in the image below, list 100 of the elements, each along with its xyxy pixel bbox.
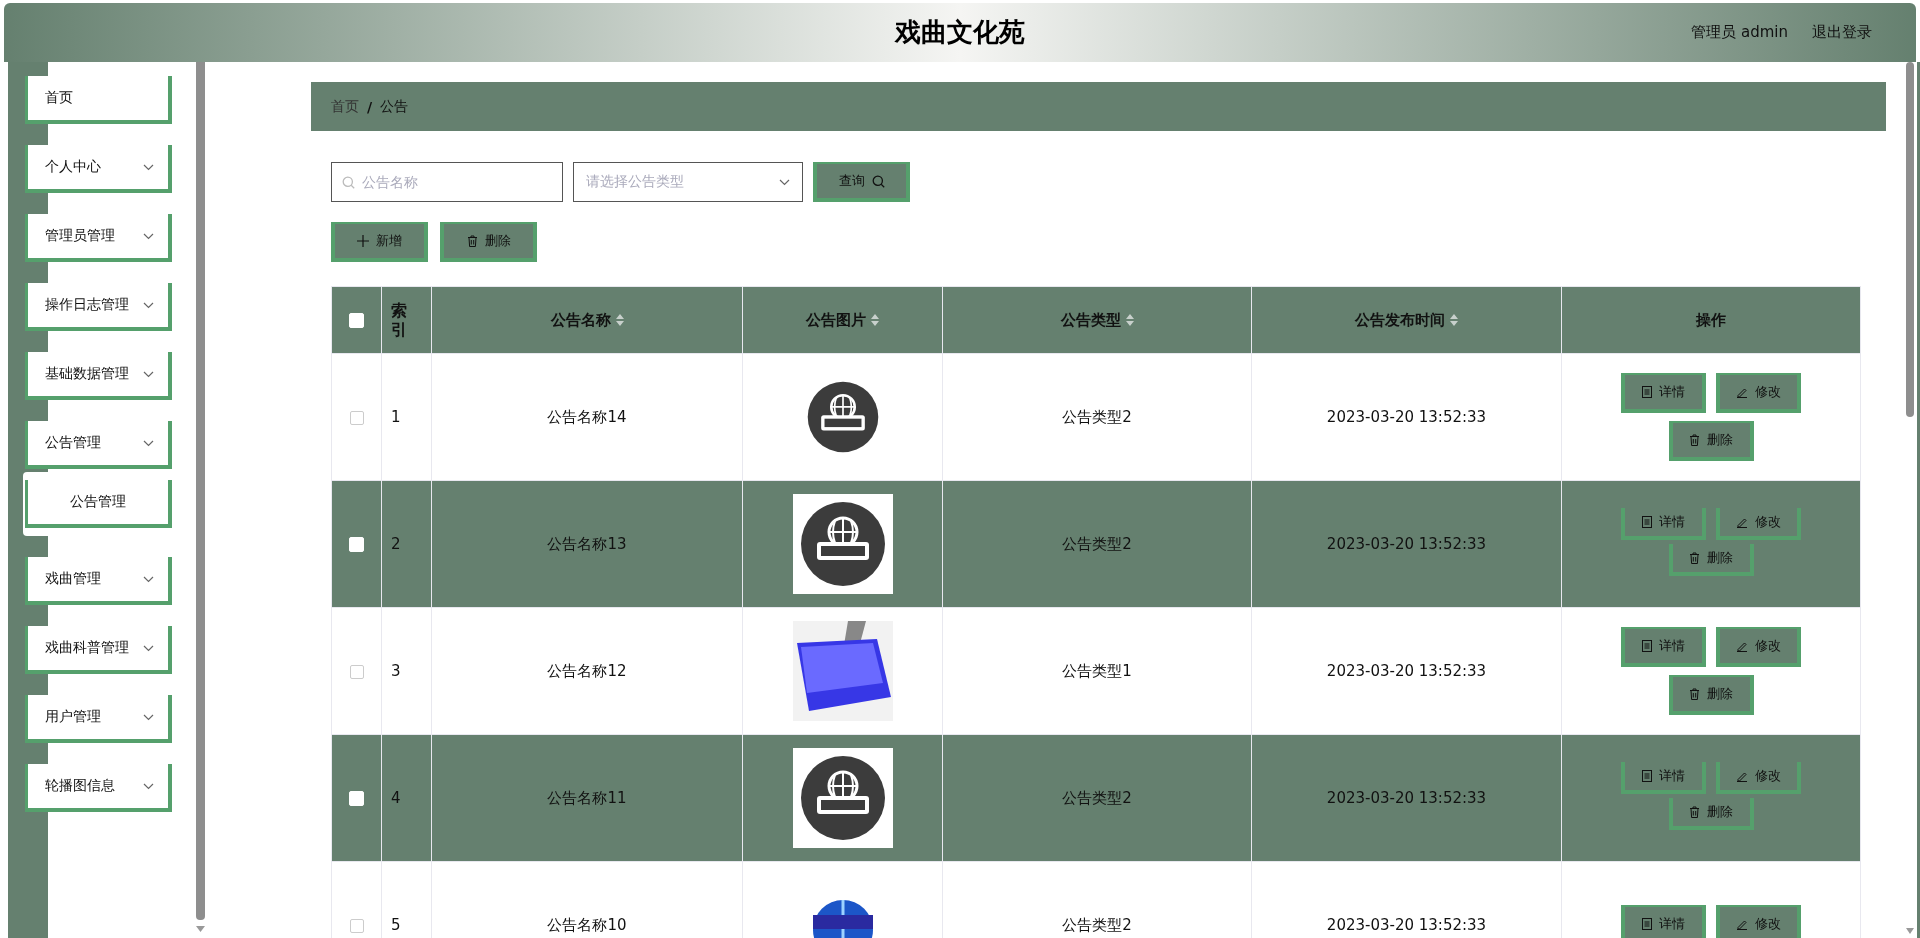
- notice-name: 公告名称14: [547, 407, 627, 426]
- breadcrumb-current: 公告: [380, 97, 409, 116]
- notice-type: 公告类型2: [1062, 788, 1132, 807]
- column-header: 操作: [1696, 310, 1726, 329]
- notice-name: 公告名称13: [547, 534, 627, 553]
- publish-time: 2023-03-20 13:52:33: [1326, 916, 1487, 934]
- scrollbar[interactable]: [196, 62, 205, 920]
- publish-time: 2023-03-20 13:52:33: [1326, 408, 1487, 426]
- notice-name: 公告名称10: [547, 915, 627, 934]
- document-icon: [1642, 640, 1652, 652]
- chevron-down-icon: [143, 163, 154, 171]
- document-icon: [1642, 770, 1652, 782]
- notice-type: 公告类型2: [1062, 407, 1132, 426]
- sort-icon[interactable]: [1450, 314, 1458, 326]
- sidebar-menu-item[interactable]: 操作日志管理: [25, 283, 172, 331]
- detail-button[interactable]: 详情: [1621, 508, 1706, 540]
- row-index: 4: [391, 789, 401, 807]
- logout-link[interactable]: 退出登录: [1812, 23, 1872, 42]
- search-icon: [871, 174, 885, 188]
- chevron-down-icon: [143, 713, 154, 721]
- sort-icon[interactable]: [615, 314, 624, 326]
- delete-button[interactable]: 删除: [1668, 675, 1754, 715]
- delete-button[interactable]: 删除: [1668, 798, 1754, 830]
- edit-button[interactable]: 修改: [1716, 373, 1801, 413]
- detail-button[interactable]: 详情: [1621, 762, 1706, 794]
- scrollbar[interactable]: [1906, 62, 1914, 417]
- publish-time: 2023-03-20 13:52:33: [1326, 789, 1487, 807]
- detail-button[interactable]: 详情: [1621, 905, 1706, 938]
- row-checkbox[interactable]: [349, 410, 364, 425]
- sort-icon[interactable]: [1125, 314, 1134, 326]
- select-all-checkbox[interactable]: [349, 313, 364, 328]
- breadcrumb-separator: /: [367, 98, 373, 115]
- chevron-down-icon: [143, 370, 154, 378]
- detail-button[interactable]: 详情: [1621, 373, 1706, 413]
- sidebar-submenu-item[interactable]: 公告管理: [25, 480, 172, 528]
- sidebar-menu-item[interactable]: 基础数据管理: [25, 352, 172, 400]
- pencil-icon: [1736, 516, 1748, 528]
- query-button[interactable]: 查询: [813, 162, 910, 202]
- column-header[interactable]: 公告发布时间: [1355, 310, 1445, 329]
- plus-icon: [357, 235, 369, 247]
- pencil-icon: [1736, 770, 1748, 782]
- scroll-down-arrow-icon[interactable]: [196, 926, 205, 932]
- trash-icon: [1689, 806, 1700, 818]
- sidebar-menu-item[interactable]: 管理员管理: [25, 214, 172, 262]
- column-header: 索引: [391, 300, 407, 339]
- chevron-down-icon: [143, 575, 154, 583]
- chevron-down-icon: [143, 301, 154, 309]
- pencil-icon: [1736, 918, 1748, 930]
- sidebar-menu-item[interactable]: 首页: [25, 76, 172, 124]
- notice-name: 公告名称11: [547, 788, 627, 807]
- sidebar-menu-item[interactable]: 个人中心: [25, 145, 172, 193]
- notice-type: 公告类型2: [1062, 915, 1132, 934]
- delete-button[interactable]: 删除: [440, 222, 537, 262]
- edit-button[interactable]: 修改: [1716, 508, 1801, 540]
- chevron-down-icon: [779, 178, 790, 186]
- column-header[interactable]: 公告类型: [1060, 310, 1121, 329]
- notice-type: 公告类型1: [1062, 661, 1132, 680]
- sort-icon[interactable]: [871, 314, 879, 326]
- trash-icon: [1689, 552, 1700, 564]
- delete-button[interactable]: 删除: [1668, 544, 1754, 576]
- pencil-icon: [1736, 640, 1748, 652]
- search-field[interactable]: 公告名称: [331, 162, 563, 202]
- delete-button[interactable]: 删除: [1668, 421, 1754, 461]
- publish-time: 2023-03-20 13:52:33: [1326, 535, 1487, 553]
- admin-user-label: 管理员 admin: [1691, 23, 1788, 42]
- column-header[interactable]: 公告图片: [806, 310, 866, 329]
- trash-icon: [1689, 434, 1700, 446]
- document-icon: [1642, 516, 1652, 528]
- notice-type: 公告类型2: [1062, 534, 1132, 553]
- document-icon: [1642, 918, 1652, 930]
- row-checkbox[interactable]: [349, 664, 364, 679]
- publish-time: 2023-03-20 13:52:33: [1326, 662, 1487, 680]
- notice-name: 公告名称12: [547, 661, 627, 680]
- edit-button[interactable]: 修改: [1716, 905, 1801, 938]
- site-title: 戏曲文化苑: [895, 17, 1025, 47]
- scroll-down-arrow-icon[interactable]: [1906, 928, 1914, 934]
- edit-button[interactable]: 修改: [1716, 627, 1801, 667]
- add-button[interactable]: 新增: [331, 222, 428, 262]
- detail-button[interactable]: 详情: [1621, 627, 1706, 667]
- sidebar-menu-item[interactable]: 戏曲管理: [25, 557, 172, 605]
- row-index: 2: [391, 535, 401, 553]
- edit-button[interactable]: 修改: [1716, 762, 1801, 794]
- row-checkbox[interactable]: [349, 918, 364, 933]
- row-index: 1: [391, 408, 401, 426]
- breadcrumb-link[interactable]: 首页: [331, 97, 359, 116]
- column-header[interactable]: 公告名称: [550, 310, 611, 329]
- pencil-icon: [1736, 386, 1748, 398]
- trash-icon: [466, 235, 478, 247]
- type-select[interactable]: 请选择公告类型: [573, 162, 803, 202]
- sidebar-menu-item[interactable]: 用户管理: [25, 695, 172, 743]
- chevron-down-icon: [143, 439, 154, 447]
- sidebar-menu-item[interactable]: 公告管理: [25, 421, 172, 469]
- sidebar-menu-item[interactable]: 戏曲科普管理: [25, 626, 172, 674]
- chevron-down-icon: [143, 232, 154, 240]
- chevron-down-icon: [143, 782, 154, 790]
- chevron-down-icon: [143, 644, 154, 652]
- row-index: 3: [391, 662, 401, 680]
- sidebar-menu-item[interactable]: 轮播图信息: [25, 764, 172, 812]
- trash-icon: [1689, 688, 1700, 700]
- document-icon: [1642, 386, 1652, 398]
